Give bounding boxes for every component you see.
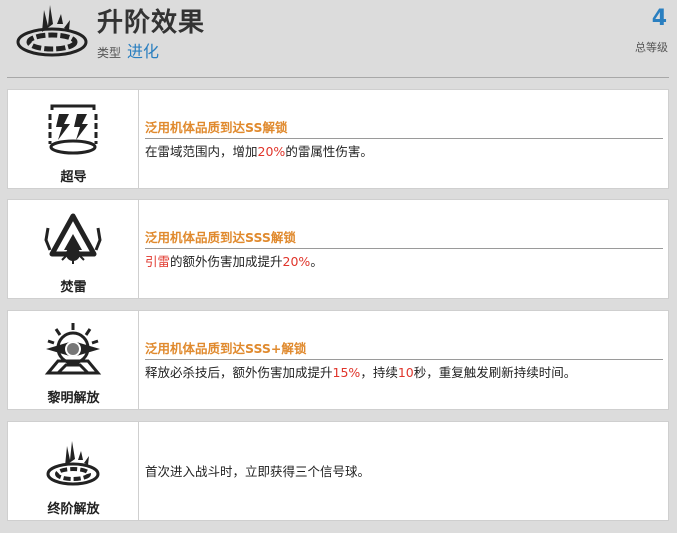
effect-description: 首次进入战斗时，立即获得三个信号球。	[145, 464, 371, 479]
effect-detail: 首次进入战斗时，立即获得三个信号球。	[140, 422, 668, 520]
desc-text: 秒，重复触发刷新持续时间。	[413, 365, 577, 380]
unlock-condition: 泛用机体品质到达SS解锁	[145, 119, 663, 139]
lightning-cylinder-icon	[48, 104, 98, 155]
spiked-triangle-icon	[44, 213, 102, 264]
total-level-label: 总等级	[635, 41, 668, 54]
desc-text: 释放必杀技后，额外伤害加成提升	[145, 365, 333, 380]
effect-detail: 泛用机体品质到达SS解锁 在雷域范围内，增加20%的雷属性伤害。	[140, 90, 668, 188]
effect-icon-cell: 黎明解放	[8, 311, 139, 409]
type-row: 类型 进化	[97, 38, 159, 62]
effect-description: 引雷的额外伤害加成提升20%。	[145, 254, 663, 270]
effect-card-final-liberation: 终阶解放 首次进入战斗时，立即获得三个信号球。	[7, 421, 669, 521]
effect-name: 超导	[60, 170, 87, 185]
effect-description: 释放必杀技后，额外伤害加成提升15%，持续10秒，重复触发刷新持续时间。	[145, 365, 663, 381]
effect-description: 在雷域范围内，增加20%的雷属性伤害。	[145, 144, 663, 160]
desc-text: 的雷属性伤害。	[285, 144, 373, 159]
unlock-condition: 泛用机体品质到达SSS解锁	[145, 229, 663, 249]
desc-highlight: 15%	[332, 365, 361, 380]
effect-name: 黎明解放	[47, 391, 100, 406]
evolution-ring-icon	[16, 5, 88, 57]
header-divider	[7, 77, 669, 78]
desc-highlight: 20%	[282, 254, 311, 269]
effect-card-burning-thunder: 焚雷 泛用机体品质到达SSS解锁 引雷的额外伤害加成提升20%。	[7, 199, 669, 299]
desc-highlight: 20%	[257, 144, 286, 159]
unlock-condition: 泛用机体品质到达SSS+解锁	[145, 340, 663, 360]
effect-detail: 泛用机体品质到达SSS解锁 引雷的额外伤害加成提升20%。	[140, 200, 668, 298]
total-level-value: 4	[651, 6, 667, 31]
desc-highlight: 10	[397, 365, 414, 380]
desc-text: 的额外伤害加成提升	[170, 254, 283, 269]
effect-name: 焚雷	[60, 280, 87, 295]
type-value: 进化	[127, 42, 160, 61]
effect-icon-cell: 终阶解放	[8, 422, 139, 520]
page-header: 升阶效果 类型 进化 4 总等级	[0, 0, 677, 78]
type-label: 类型	[97, 46, 122, 60]
effect-name: 终阶解放	[47, 502, 100, 517]
effect-icon-cell: 焚雷	[8, 200, 139, 298]
desc-text: 在雷域范围内，增加	[145, 144, 258, 159]
desc-highlight: 引雷	[145, 254, 171, 269]
effect-detail: 泛用机体品质到达SSS+解锁 释放必杀技后，额外伤害加成提升15%，持续10秒，…	[140, 311, 668, 409]
desc-text: 。	[310, 254, 323, 269]
effect-card-superconduct: 超导 泛用机体品质到达SS解锁 在雷域范围内，增加20%的雷属性伤害。	[7, 89, 669, 189]
effect-icon-cell: 超导	[8, 90, 139, 188]
effect-card-dawn-liberation: 黎明解放 泛用机体品质到达SSS+解锁 释放必杀技后，额外伤害加成提升15%，持…	[7, 310, 669, 410]
page-title: 升阶效果	[97, 8, 206, 38]
desc-text: ，持续	[360, 365, 398, 380]
radiant-eye-icon	[44, 323, 102, 375]
evolution-ring-icon	[46, 441, 100, 486]
